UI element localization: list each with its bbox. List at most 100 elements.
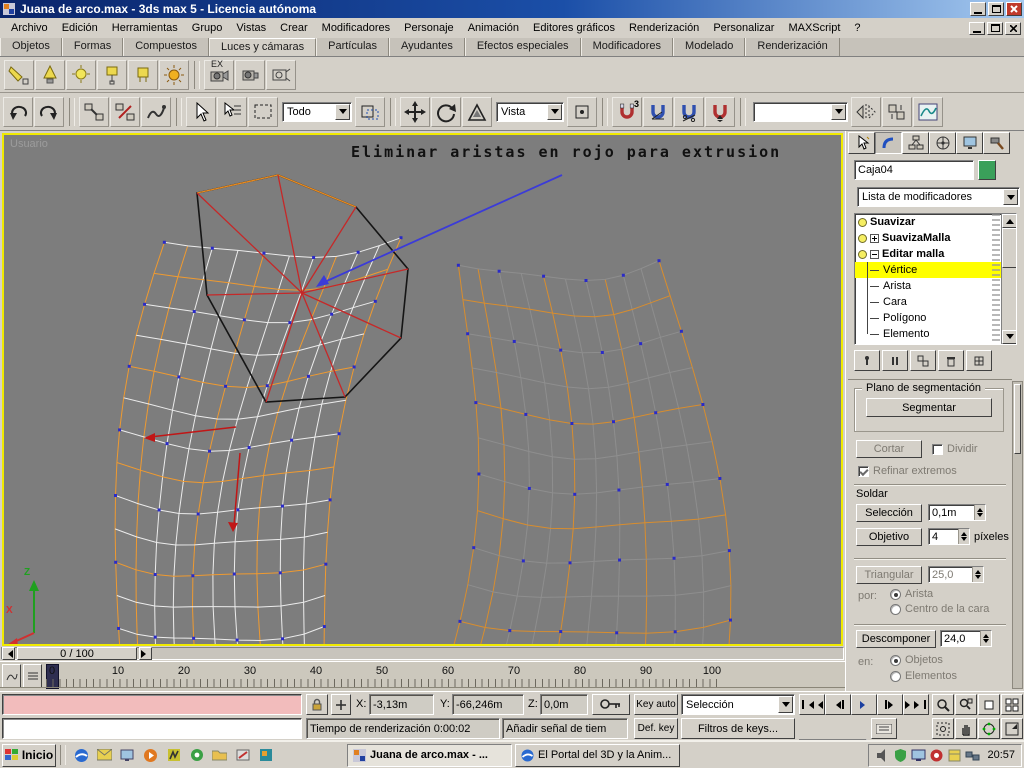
create-panel-tab[interactable]: [848, 132, 875, 154]
tray-antivirus-icon[interactable]: [893, 748, 908, 763]
stack-row-vertice[interactable]: Vértice: [855, 262, 1001, 278]
skylight-sun-icon[interactable]: [159, 59, 189, 90]
undo-button[interactable]: [3, 96, 33, 127]
spinner-arrows-icon[interactable]: [958, 529, 969, 544]
spinner-arrows-icon[interactable]: [974, 505, 985, 520]
visibility-bulb-icon[interactable]: [858, 217, 867, 227]
radio-off-icon[interactable]: [890, 603, 901, 615]
curve-editor-button[interactable]: [913, 96, 943, 127]
select-and-link-icon[interactable]: [79, 96, 109, 127]
centro-cara-radio[interactable]: Centro de la cara: [890, 603, 989, 615]
use-pivot-center-icon[interactable]: [567, 96, 597, 127]
viewport-usuario[interactable]: Usuario Eliminar aristas en rojo para ex…: [2, 133, 843, 646]
collapse-icon[interactable]: [870, 249, 879, 259]
configure-modifier-sets-button[interactable]: [966, 350, 992, 371]
redo-button[interactable]: [34, 96, 64, 127]
time-slider-next-arrow[interactable]: [139, 647, 152, 660]
quicklaunch-3dsmax-icon[interactable]: [255, 745, 276, 766]
dropdown-arrow-icon[interactable]: [547, 103, 562, 120]
menu-crear[interactable]: Crear: [273, 18, 315, 38]
reference-coord-combo[interactable]: Vista: [496, 101, 564, 122]
tray-volume-icon[interactable]: [875, 748, 890, 763]
scroll-down-icon[interactable]: [1002, 330, 1016, 344]
mdi-restore-button[interactable]: [987, 21, 1003, 35]
checkbox-checked-icon[interactable]: [858, 465, 869, 477]
menu-herramientas[interactable]: Herramientas: [105, 18, 185, 38]
go-to-end-button[interactable]: [903, 694, 929, 715]
quicklaunch-mail-icon[interactable]: [94, 745, 115, 766]
dropdown-arrow-icon[interactable]: [778, 696, 793, 713]
hierarchy-panel-tab[interactable]: [902, 132, 929, 154]
segmentar-button[interactable]: Segmentar: [866, 398, 992, 417]
menu-vistas[interactable]: Vistas: [229, 18, 273, 38]
descomponer-spinner[interactable]: 24,0: [940, 630, 992, 647]
y-coord-field[interactable]: -66,246m: [452, 694, 524, 715]
tray-display-icon[interactable]: [911, 748, 926, 763]
seleccion-weld-spinner[interactable]: 0,1m: [928, 504, 986, 521]
stack-row-poligono[interactable]: Polígono: [855, 310, 1001, 326]
menu-archivo[interactable]: Archivo: [4, 18, 55, 38]
menu-edicion[interactable]: Edición: [55, 18, 105, 38]
display-panel-tab[interactable]: [956, 132, 983, 154]
zoom-extents-button[interactable]: [978, 694, 1000, 715]
select-and-move-button[interactable]: [400, 96, 430, 127]
time-slider-handle[interactable]: 0 / 100: [17, 647, 137, 660]
arista-radio[interactable]: Arista: [890, 588, 933, 600]
object-color-swatch[interactable]: [978, 160, 996, 180]
target-direct-light-icon[interactable]: [97, 59, 127, 90]
select-object-button[interactable]: [186, 96, 216, 127]
omni-light-icon[interactable]: [66, 59, 96, 90]
checkbox-icon[interactable]: [932, 443, 943, 455]
selection-filter-combo[interactable]: Todo: [282, 101, 352, 122]
menu-animacion[interactable]: Animación: [461, 18, 526, 38]
quicklaunch-ie-icon[interactable]: [71, 745, 92, 766]
spinner-snap-button[interactable]: [705, 96, 735, 127]
key-auto-button[interactable]: Key auto: [634, 694, 678, 715]
minimize-button[interactable]: [970, 2, 986, 16]
spinner-arrows-icon[interactable]: [972, 567, 983, 582]
camera-view-icon[interactable]: [266, 59, 296, 90]
descomponer-button[interactable]: Descomponer: [856, 630, 936, 648]
select-and-scale-button[interactable]: [462, 96, 492, 127]
pan-button[interactable]: [955, 718, 977, 739]
radio-on-icon[interactable]: [890, 588, 901, 600]
z-coord-field[interactable]: 0,0m: [540, 694, 588, 715]
bind-to-spacewarp-icon[interactable]: [141, 96, 171, 127]
free-camera-icon[interactable]: [235, 59, 265, 90]
angle-snap-button[interactable]: [643, 96, 673, 127]
tab-particulas[interactable]: Partículas: [316, 38, 390, 56]
maxscript-mini-listener-pink[interactable]: [2, 694, 302, 715]
menu-modificadores[interactable]: Modificadores: [315, 18, 397, 38]
quicklaunch-winamp-icon[interactable]: [163, 745, 184, 766]
track-bar[interactable]: 0 10 20 30 40 50 60 70 80 90 100: [0, 661, 845, 691]
select-and-rotate-button[interactable]: [431, 96, 461, 127]
window-titlebar[interactable]: Juana de arco.max - 3ds max 5 - Licencia…: [0, 0, 1024, 18]
task-button-el-portal-3d[interactable]: El Portal del 3D y la Anim...: [515, 743, 680, 767]
dividir-checkbox[interactable]: Dividir: [932, 443, 978, 455]
quicklaunch-show-desktop-icon[interactable]: [117, 745, 138, 766]
stack-scrollbar[interactable]: [1001, 214, 1016, 344]
elementos-radio[interactable]: Elementos: [890, 670, 957, 682]
menu-renderizacion[interactable]: Renderización: [622, 18, 706, 38]
remove-modifier-button[interactable]: [938, 350, 964, 371]
menu-personaje[interactable]: Personaje: [397, 18, 461, 38]
show-end-result-button[interactable]: [882, 350, 908, 371]
triangular-spinner[interactable]: 25,0: [928, 566, 984, 583]
target-camera-icon[interactable]: EX: [204, 59, 234, 90]
set-key-button[interactable]: [592, 694, 630, 715]
objetos-radio[interactable]: Objetos: [890, 654, 943, 666]
mirror-button[interactable]: [851, 96, 881, 127]
keyboard-shortcut-toggle[interactable]: [871, 718, 897, 739]
task-button-juana-de-arco[interactable]: Juana de arco.max - ...: [347, 743, 512, 767]
stack-row-suavizamalla[interactable]: SuavizaMalla: [855, 230, 1001, 246]
menu-personalizar[interactable]: Personalizar: [706, 18, 781, 38]
menu-grupo[interactable]: Grupo: [185, 18, 230, 38]
menu-ayuda[interactable]: ?: [847, 18, 867, 38]
tab-compuestos[interactable]: Compuestos: [123, 38, 209, 56]
free-direct-light-icon[interactable]: [128, 59, 158, 90]
target-spotlight-icon[interactable]: [4, 59, 34, 90]
tab-formas[interactable]: Formas: [61, 38, 124, 56]
next-frame-button[interactable]: [877, 694, 903, 715]
zoom-all-button[interactable]: [955, 694, 977, 715]
free-spotlight-icon[interactable]: [35, 59, 65, 90]
